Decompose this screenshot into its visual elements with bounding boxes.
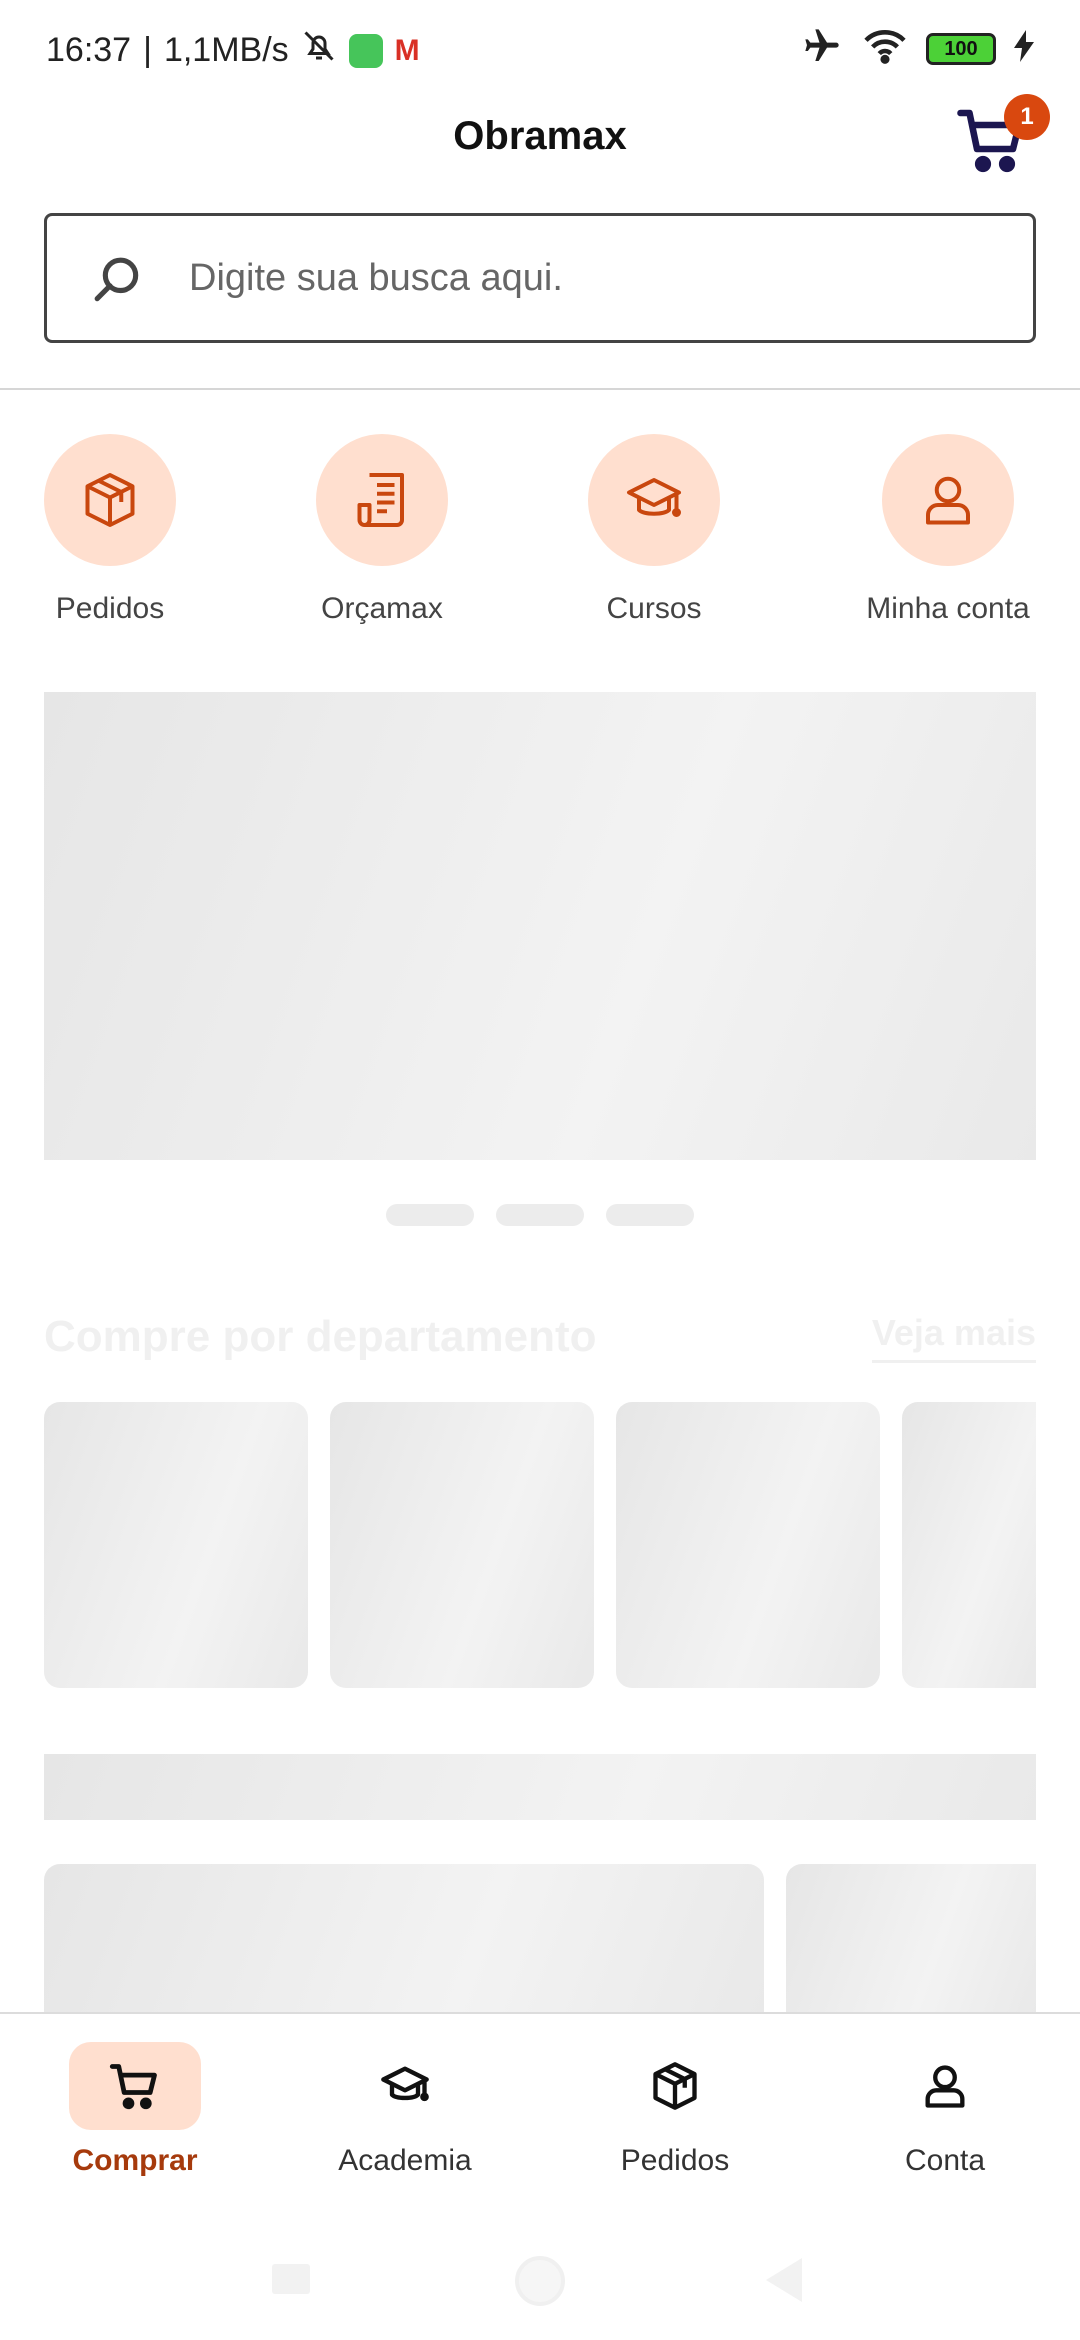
app-notification-icon — [348, 33, 383, 68]
document-icon — [357, 473, 404, 527]
search-icon — [94, 257, 139, 302]
nav-item-conta[interactable]: Conta — [845, 2042, 1045, 2178]
nav-item-comprar[interactable]: Comprar — [35, 2042, 235, 2178]
search-input[interactable] — [189, 246, 989, 310]
quick-link-cursos[interactable]: Cursos — [554, 434, 754, 626]
mute-bell-icon — [301, 28, 337, 73]
box-icon — [85, 473, 135, 527]
wifi-icon — [862, 27, 908, 70]
department-card-placeholder[interactable] — [902, 1402, 1036, 1688]
quick-link-label: Orçamax — [321, 592, 443, 625]
nav-label: Comprar — [72, 2144, 198, 2177]
status-separator: | — [143, 31, 152, 69]
page-title: Obramax — [453, 114, 627, 158]
quick-link-label: Cursos — [606, 592, 702, 625]
box-icon — [653, 2062, 697, 2110]
nav-label: Conta — [904, 2144, 986, 2177]
carousel-dot[interactable] — [606, 1204, 694, 1226]
quick-link-orcamax[interactable]: Orçamax — [282, 434, 482, 626]
product-card-placeholder[interactable] — [786, 1864, 1036, 2014]
gmail-icon: M — [394, 33, 420, 67]
system-recents-button[interactable] — [272, 2264, 310, 2294]
cart-button[interactable]: 1 — [956, 94, 1050, 184]
nav-pill — [69, 2042, 201, 2130]
department-card-placeholder[interactable] — [44, 1402, 308, 1688]
quick-link-label: Pedidos — [55, 592, 165, 625]
status-time: 16:37 — [46, 31, 132, 69]
quick-link-circle — [882, 434, 1014, 566]
product-card-placeholder[interactable] — [44, 1864, 764, 2014]
nav-pill — [609, 2042, 741, 2130]
quick-link-circle — [44, 434, 176, 566]
nav-label: Pedidos — [620, 2144, 730, 2177]
nav-item-academia[interactable]: Academia — [305, 2042, 505, 2178]
user-icon — [926, 476, 970, 525]
quick-link-minha-conta[interactable]: Minha conta — [848, 434, 1048, 626]
section-strip-placeholder — [44, 1754, 1036, 1820]
carousel-dot[interactable] — [496, 1204, 584, 1226]
graduation-cap-icon — [627, 478, 681, 517]
carousel-dot[interactable] — [386, 1204, 474, 1226]
nav-pill — [879, 2042, 1011, 2130]
departments-title: Compre por departamento — [44, 1312, 597, 1361]
quick-link-label: Minha conta — [866, 592, 1030, 625]
nav-item-pedidos[interactable]: Pedidos — [575, 2042, 775, 2178]
nav-label: Academia — [338, 2144, 472, 2177]
graduation-cap-icon — [381, 2066, 429, 2102]
quick-link-pedidos[interactable]: Pedidos — [10, 434, 210, 626]
department-card-placeholder[interactable] — [330, 1402, 594, 1688]
see-more-link[interactable]: Veja mais — [871, 1312, 1036, 1363]
app-header: Obramax 1 — [0, 94, 1080, 196]
user-icon — [925, 2065, 965, 2108]
quick-link-circle — [316, 434, 448, 566]
status-left: 16:37 | 1,1MB/s M — [46, 28, 420, 73]
charging-icon — [1014, 30, 1034, 67]
department-card-placeholder[interactable] — [616, 1402, 880, 1688]
system-back-button[interactable] — [766, 2258, 802, 2302]
airplane-icon — [800, 26, 844, 71]
quick-link-circle — [588, 434, 720, 566]
system-home-button[interactable] — [515, 2256, 565, 2306]
header-divider — [0, 388, 1080, 390]
cart-icon — [109, 2064, 157, 2110]
banner-placeholder — [44, 692, 1036, 1160]
network-speed: 1,1MB/s — [163, 31, 289, 69]
status-bar: 16:37 | 1,1MB/s M 100 — [0, 0, 1080, 96]
nav-pill — [339, 2042, 471, 2130]
cart-count-badge: 1 — [1004, 94, 1050, 140]
status-right: 100 — [800, 26, 1034, 71]
search-bar[interactable] — [44, 213, 1036, 343]
battery-icon: 100 — [926, 32, 996, 65]
